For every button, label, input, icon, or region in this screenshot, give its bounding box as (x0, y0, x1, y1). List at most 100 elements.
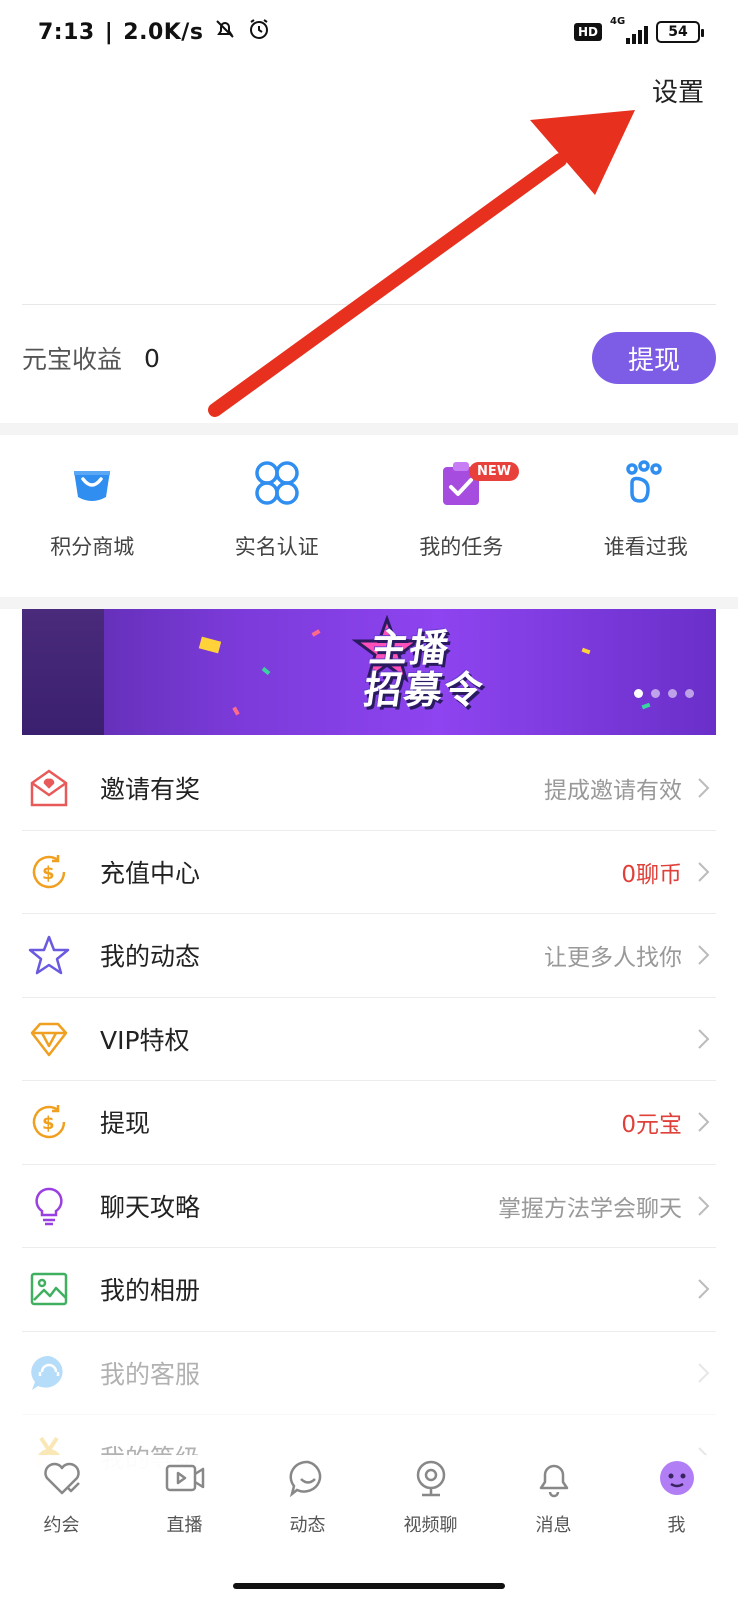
earnings-row: 元宝收益 0 提现 (22, 330, 716, 386)
menu-item-service[interactable]: 我的客服 (22, 1332, 716, 1415)
quick-item-label: 积分商城 (50, 535, 135, 559)
coin-withdraw-icon: $ (26, 1099, 72, 1145)
banner-left-panel (22, 609, 104, 735)
menu-item-withdraw[interactable]: $ 提现 0元宝 (22, 1081, 716, 1165)
home-indicator[interactable] (233, 1583, 505, 1589)
battery-icon: 54 (656, 21, 704, 43)
confetti (311, 629, 321, 637)
tab-messages[interactable]: 消息 (492, 1455, 615, 1565)
menu-item-label: 邀请有奖 (100, 775, 201, 805)
photo-icon (26, 1266, 72, 1312)
menu-item-moments[interactable]: 我的动态 让更多人找你 (22, 914, 716, 998)
withdraw-button[interactable]: 提现 (592, 332, 716, 384)
face-icon (654, 1455, 700, 1501)
promo-banner[interactable]: 主播 招募令 (22, 609, 716, 735)
menu-item-hint: 掌握方法学会聊天 (498, 1195, 682, 1222)
menu-item-label: 提现 (100, 1109, 151, 1139)
menu-item-album[interactable]: 我的相册 (22, 1248, 716, 1332)
section-gap (0, 597, 738, 609)
menu-list: 邀请有奖 提成邀请有效 $ 充值中心 0聊币 我的动态 让更多人找你 VIP特权… (22, 747, 716, 1499)
status-bar: 7:13 | 2.0K/s HD 4G 54 (0, 0, 738, 64)
paw-icon (618, 455, 674, 511)
chat-service-icon (26, 1350, 72, 1396)
quick-item-visitors[interactable]: 谁看过我 (554, 455, 738, 575)
svg-text:$: $ (42, 1113, 55, 1134)
signal-bars (626, 26, 648, 44)
heart-check-icon (39, 1455, 85, 1501)
confetti (581, 647, 591, 655)
smile-bubble-icon (285, 1455, 331, 1501)
network-type: 4G (610, 16, 626, 27)
lightbulb-icon (26, 1183, 72, 1229)
quick-item-points-mall[interactable]: 积分商城 (0, 455, 185, 575)
confetti (232, 706, 240, 716)
menu-item-label: 聊天攻略 (100, 1192, 201, 1222)
divider (22, 304, 716, 305)
quick-item-label: 谁看过我 (603, 535, 688, 559)
chevron-right-icon (698, 1279, 710, 1299)
tab-me[interactable]: 我 (615, 1455, 738, 1565)
confetti (641, 702, 651, 710)
menu-item-label: 我的相册 (100, 1276, 201, 1306)
banner-title-line2: 招募令 (360, 668, 488, 712)
bottom-tab-bar: 约会 直播 动态 视频聊 消息 我 (0, 1455, 738, 1565)
earnings-value: 0 (144, 343, 160, 373)
quick-actions: 积分商城 实名认证 NEW 我的任务 谁看过我 (0, 455, 738, 575)
quick-item-label: 实名认证 (234, 535, 319, 559)
envelope-heart-icon (26, 765, 72, 811)
menu-item-label: 充值中心 (100, 858, 201, 888)
status-separator: | (104, 19, 114, 45)
menu-item-recharge[interactable]: $ 充值中心 0聊币 (22, 831, 716, 914)
menu-item-hint: 让更多人找你 (544, 945, 682, 972)
star-icon (26, 932, 72, 978)
menu-item-label: 我的客服 (100, 1359, 201, 1389)
new-badge: NEW (469, 462, 520, 481)
video-icon (162, 1455, 208, 1501)
menu-item-label: VIP特权 (100, 1025, 190, 1055)
menu-item-hint: 提成邀请有效 (544, 778, 682, 805)
status-right: HD 4G 54 (573, 16, 704, 44)
quick-item-label: 我的任务 (419, 535, 504, 559)
tab-label: 消息 (535, 1515, 572, 1536)
alarm-icon (247, 17, 271, 47)
tab-dating[interactable]: 约会 (0, 1455, 123, 1565)
chevron-right-icon (698, 1029, 710, 1049)
earnings-left: 元宝收益 0 (22, 340, 160, 376)
banner-title: 主播 招募令 (360, 626, 493, 712)
menu-item-vip[interactable]: VIP特权 (22, 998, 716, 1081)
confetti (198, 636, 222, 654)
tab-label: 直播 (166, 1515, 203, 1536)
coin-recharge-icon: $ (26, 849, 72, 895)
tab-label: 约会 (43, 1515, 80, 1536)
menu-item-label: 我的动态 (100, 942, 201, 972)
tab-moments[interactable]: 动态 (246, 1455, 369, 1565)
chevron-right-icon (698, 778, 710, 798)
tab-label: 我 (667, 1515, 686, 1536)
hd-badge: HD (573, 23, 602, 41)
menu-item-chat-tips[interactable]: 聊天攻略 掌握方法学会聊天 (22, 1165, 716, 1248)
section-gap (0, 423, 738, 435)
confetti (261, 666, 271, 676)
status-net-speed: 2.0K/s (123, 19, 204, 45)
earnings-label: 元宝收益 (22, 345, 123, 374)
tab-live[interactable]: 直播 (123, 1455, 246, 1565)
webcam-icon (408, 1455, 454, 1501)
svg-text:$: $ (42, 863, 55, 884)
shopping-bag-icon (64, 455, 120, 511)
chevron-right-icon (698, 1112, 710, 1132)
quick-item-verification[interactable]: 实名认证 (185, 455, 370, 575)
battery-level: 54 (668, 24, 688, 40)
menu-item-hint: 0聊币 (621, 861, 682, 888)
chevron-right-icon (698, 945, 710, 965)
status-time: 7:13 (38, 19, 95, 45)
tab-video-chat[interactable]: 视频聊 (369, 1455, 492, 1565)
banner-pager (634, 689, 694, 698)
tab-label: 动态 (289, 1515, 326, 1536)
profile-area[interactable] (0, 100, 738, 305)
banner-title-line1: 主播 (366, 626, 454, 670)
signal-icon: 4G (610, 16, 648, 44)
quick-item-tasks[interactable]: NEW 我的任务 (369, 455, 554, 575)
menu-item-invite[interactable]: 邀请有奖 提成邀请有效 (22, 747, 716, 831)
four-circles-icon (249, 455, 305, 511)
menu-item-hint: 0元宝 (621, 1112, 682, 1139)
